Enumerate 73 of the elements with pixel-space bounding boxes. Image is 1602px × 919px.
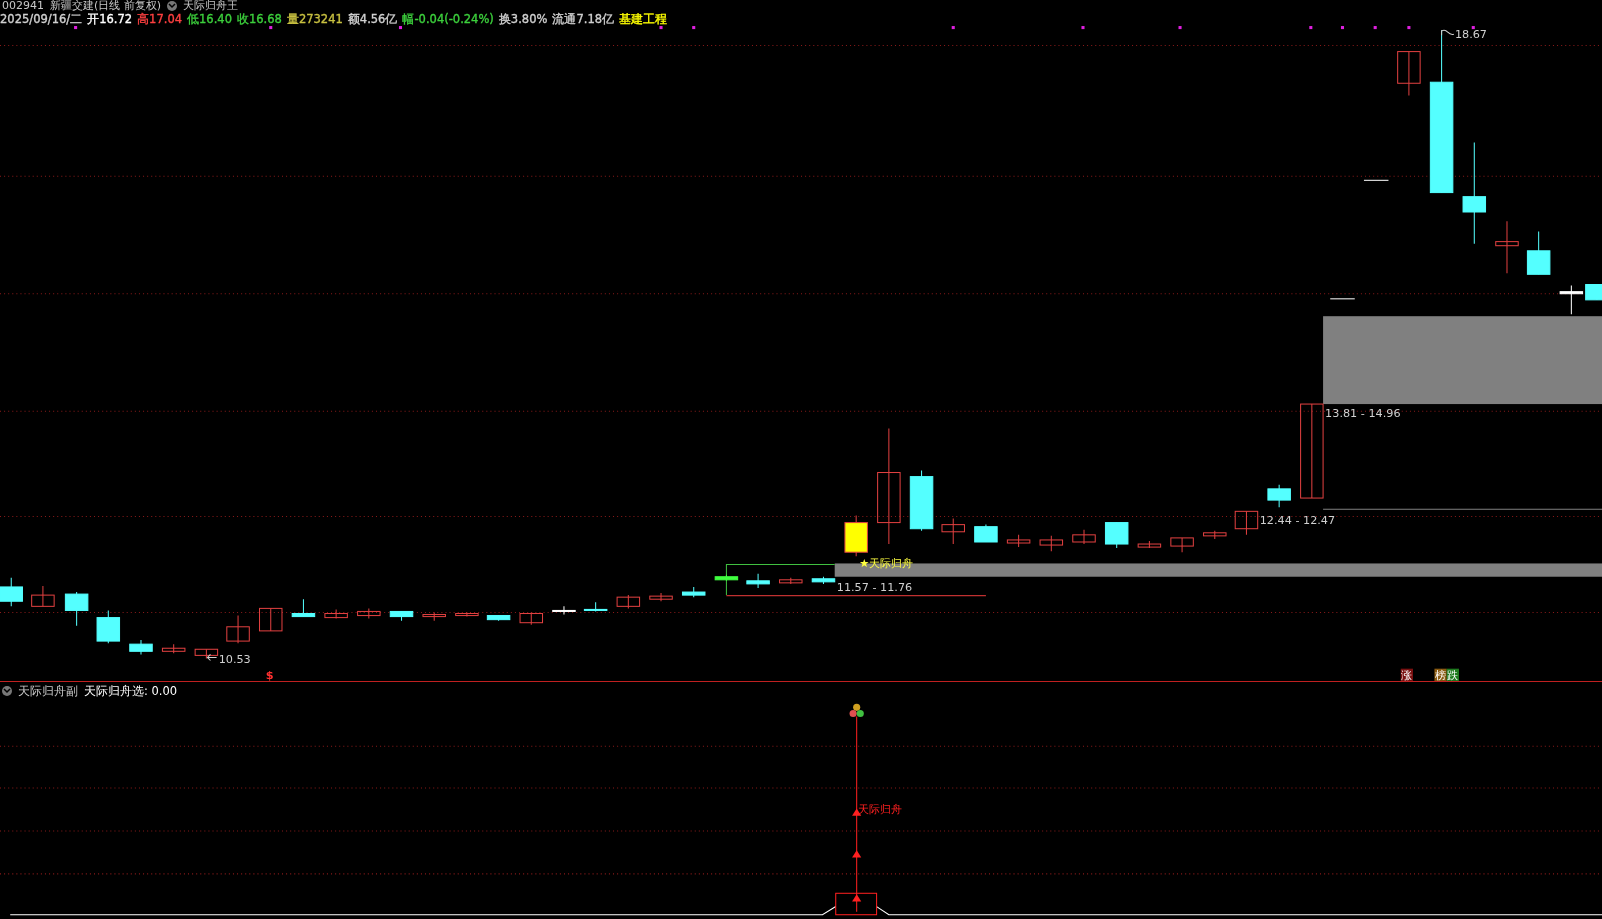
high-price-label: 18.67: [1454, 28, 1487, 42]
candlestick: [974, 524, 998, 543]
quote-value: 量273241: [286, 12, 343, 26]
quote-value: 2025/09/16/二: [0, 12, 83, 26]
candlestick: [844, 514, 868, 557]
candlestick: [941, 518, 965, 545]
quote-value: 基建工程: [619, 12, 667, 26]
chevron-icon[interactable]: [167, 1, 178, 11]
stock-name: 新疆交建(日线 前复权): [50, 0, 162, 12]
panel-reading: 天际归舟选: 0.00: [84, 683, 178, 699]
candlestick: [1170, 537, 1194, 553]
candlestick: [1267, 484, 1291, 508]
quote-value: 流通7.18亿: [552, 12, 614, 26]
candlestick: [779, 577, 803, 585]
signal-dots-icon: [849, 703, 864, 718]
quote-value: 收16.68: [237, 12, 282, 26]
candlestick: [0, 577, 23, 607]
candlestick: [129, 639, 153, 655]
candlestick: [1137, 540, 1162, 549]
candlestick: [324, 608, 348, 620]
candlestick: [1397, 51, 1421, 97]
candlestick: [1495, 220, 1519, 274]
dollar-marker: $: [265, 668, 274, 682]
candlestick: [746, 573, 770, 589]
price-range-label: 12.44 - 12.47: [1259, 513, 1336, 527]
candlestick: [1039, 535, 1064, 552]
price-range-label: 13.81 - 14.96: [1325, 407, 1401, 421]
low-price-label: 10.53: [218, 652, 251, 666]
candlestick: [259, 607, 283, 632]
signal-label: 天际归舟: [858, 802, 903, 816]
candlestick: [389, 610, 414, 622]
candlestick: [714, 574, 739, 582]
candlestick: [64, 591, 89, 627]
candlestick: [1104, 522, 1129, 549]
candlestick: [455, 612, 479, 618]
flag-icon: [1441, 29, 1455, 36]
badge-label: 涨: [1400, 668, 1413, 682]
candlestick: [422, 612, 446, 622]
candlestick: [552, 605, 576, 616]
candlestick: [1006, 534, 1031, 548]
candlestick: [649, 592, 673, 602]
arrow-icon: [206, 653, 218, 661]
quote-value: 高17.04: [137, 12, 183, 26]
quote-value: 低16.40: [187, 12, 232, 26]
candlestick: [681, 586, 706, 598]
quote-value: 换3.80%: [498, 12, 548, 26]
panel-title: 天际归舟副: [18, 683, 78, 699]
candlestick: [616, 594, 641, 609]
quote-value: 幅-0.04(-0.24%): [402, 12, 494, 26]
signal-label: ★天际归舟: [859, 556, 914, 570]
chevron-icon[interactable]: [2, 686, 12, 696]
candlestick: [909, 469, 934, 532]
quote-value: 开16.72: [87, 12, 133, 26]
candlestick: [811, 576, 836, 585]
candlestick: [519, 612, 543, 626]
stock-code: 002941: [2, 0, 44, 12]
price-range-label: 11.57 - 11.76: [836, 581, 913, 595]
badge-label: 榜: [1434, 668, 1447, 682]
quote-value: 额4.56亿: [347, 12, 398, 26]
candlestick: [96, 609, 121, 644]
candlestick: [161, 643, 186, 654]
candlestick: [226, 615, 250, 644]
candlestick: [583, 601, 608, 612]
candlestick: [1072, 529, 1096, 545]
candlestick: [1526, 230, 1551, 275]
candlestick: [291, 598, 316, 618]
candlestick: [357, 607, 381, 620]
indicator-name: 天际归舟王: [183, 0, 239, 12]
candlestick: [1203, 530, 1227, 540]
candlestick: [486, 615, 511, 622]
candlestick: [31, 585, 55, 607]
candlestick: [1234, 510, 1259, 536]
candlestick: [194, 648, 219, 659]
